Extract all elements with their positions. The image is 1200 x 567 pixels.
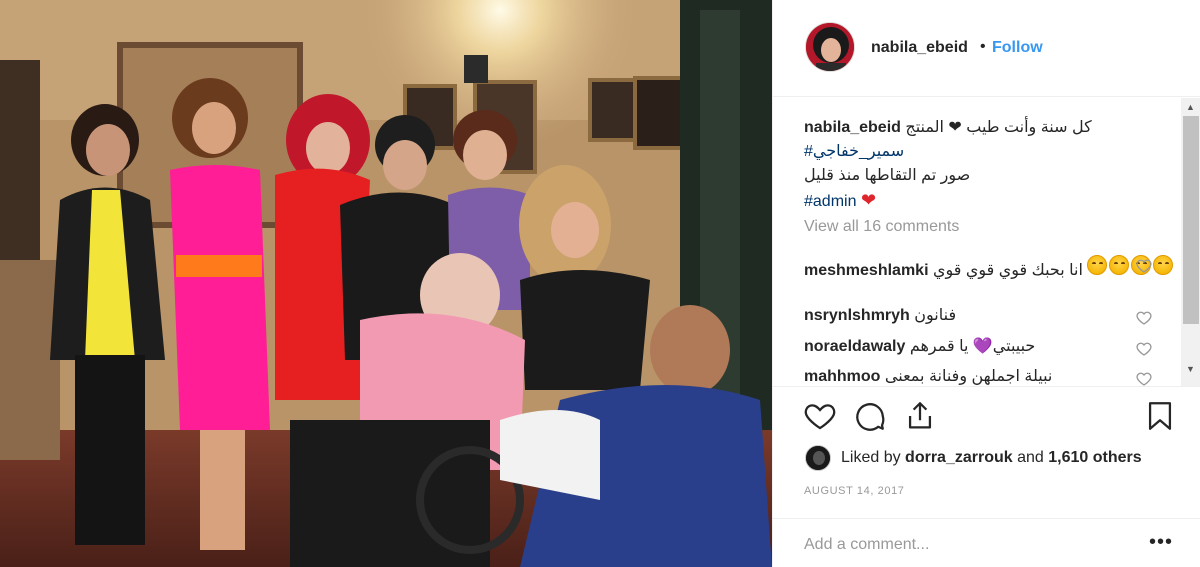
comments-scrollbar[interactable]: ▲ ▼	[1181, 98, 1200, 386]
comment-item: mahhmoo نبيلة اجملهن وفنانة بمعنى	[804, 366, 1174, 386]
grin-emoji-icon	[1087, 255, 1108, 275]
bookmark-icon[interactable]	[1143, 399, 1177, 433]
separator-dot: •	[980, 38, 986, 55]
view-all-comments-link[interactable]: View all 16 comments	[804, 218, 959, 236]
caption-text-1: كل سنة وأنت طيب ❤ المنتج	[905, 119, 1092, 136]
comment-like-icon[interactable]	[1136, 258, 1152, 274]
more-options-icon[interactable]: •••	[1149, 531, 1173, 554]
comment-text: انا بحبك قوي قوي قوي	[932, 262, 1083, 279]
comment-item: nsrynlshmryh فنانون	[804, 305, 1174, 327]
comment-text: نبيلة اجملهن وفنانة بمعنى	[884, 368, 1053, 385]
post-header: nabila_ebeid • Follow	[773, 0, 1200, 97]
caption-line-1: nabila_ebeid كل سنة وأنت طيب ❤ المنتج	[804, 116, 1174, 140]
comment-text: فنانون	[914, 307, 957, 324]
comments-scroll-area[interactable]: nabila_ebeid كل سنة وأنت طيب ❤ المنتج #س…	[773, 98, 1200, 386]
comment-like-icon[interactable]	[1136, 341, 1152, 357]
caption-text-3: صور تم التقاطها منذ قليل	[804, 167, 971, 184]
grin-emoji-icon	[1109, 255, 1130, 275]
likes-count[interactable]: 1,610 others	[1048, 449, 1141, 467]
post-date[interactable]: AUGUST 14, 2017	[804, 485, 905, 497]
profile-avatar[interactable]	[805, 22, 855, 72]
post-caption: nabila_ebeid كل سنة وأنت طيب ❤ المنتج #س…	[804, 116, 1174, 214]
post-photo[interactable]	[0, 0, 772, 567]
heart-emoji: ❤	[860, 190, 877, 210]
follow-button[interactable]: Follow	[992, 39, 1043, 57]
likes-prefix: Liked by	[841, 449, 901, 466]
add-comment-bar: Add a comment... •••	[773, 518, 1200, 567]
liker-username[interactable]: dorra_zarrouk	[905, 449, 1013, 467]
caption-hashtag-1[interactable]: #سمير_خفاجي	[804, 140, 1174, 164]
grin-emoji-icon	[1153, 255, 1174, 275]
comment-username[interactable]: noraeldawaly	[804, 338, 905, 355]
emoji-row	[1087, 255, 1174, 275]
scrollbar-thumb[interactable]	[1183, 116, 1199, 324]
comment-text: حبيبتي💜 يا قمرهم	[909, 338, 1036, 355]
post-actions: Liked by dorra_zarrouk and 1,610 others …	[773, 386, 1200, 566]
scroll-up-arrow-icon[interactable]: ▲	[1186, 102, 1195, 112]
photo-illustration	[0, 0, 772, 567]
liker-avatar-image	[806, 446, 830, 470]
avatar-image	[806, 23, 854, 71]
liker-avatar[interactable]	[805, 445, 831, 471]
comment-username[interactable]: meshmeshlamki	[804, 262, 929, 279]
share-icon[interactable]	[903, 399, 937, 433]
heart-outline-icon[interactable]	[803, 399, 837, 433]
comment-item: noraeldawaly حبيبتي💜 يا قمرهم	[804, 336, 1174, 358]
comment-bubble-icon[interactable]	[853, 399, 887, 433]
comment-like-icon[interactable]	[1136, 310, 1152, 326]
likes-and: and	[1017, 449, 1044, 466]
caption-hashtag-2[interactable]: #admin	[804, 193, 856, 210]
caption-username[interactable]: nabila_ebeid	[804, 119, 901, 136]
comment-username[interactable]: mahhmoo	[804, 368, 880, 385]
scroll-down-arrow-icon[interactable]: ▼	[1186, 364, 1195, 374]
comment-item: meshmeshlamki انا بحبك قوي قوي قوي	[804, 253, 1174, 282]
likes-summary: Liked by dorra_zarrouk and 1,610 others	[805, 444, 1142, 472]
comment-like-icon[interactable]	[1136, 371, 1152, 386]
post-side-panel: nabila_ebeid • Follow nabila_ebeid كل سن…	[772, 0, 1200, 567]
post-username[interactable]: nabila_ebeid	[871, 39, 968, 57]
add-comment-input[interactable]: Add a comment...	[804, 536, 929, 554]
comment-username[interactable]: nsrynlshmryh	[804, 307, 910, 324]
